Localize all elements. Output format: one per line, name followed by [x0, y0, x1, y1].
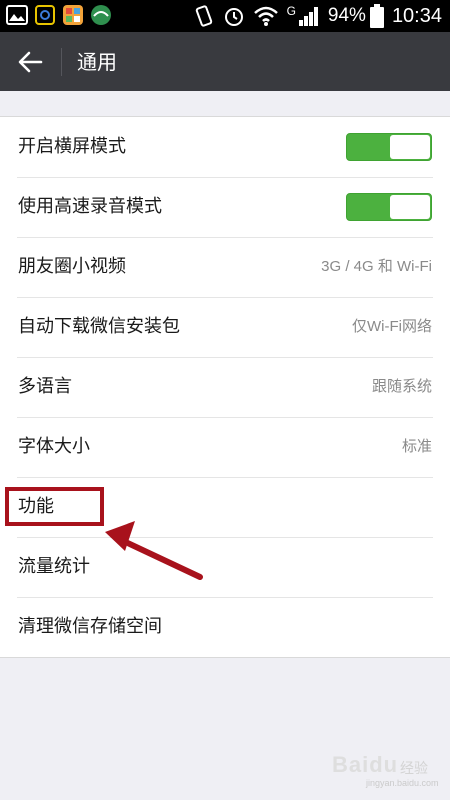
status-bar: G 94% 10:34	[0, 0, 450, 32]
setting-label: 自动下载微信安装包	[18, 316, 180, 337]
setting-value: 仅Wi-Fi网络	[352, 318, 432, 335]
toggle-knob	[390, 135, 430, 159]
alarm-icon	[224, 8, 243, 26]
page-title: 通用	[77, 50, 117, 74]
system-status: G 94% 10:34	[193, 0, 442, 32]
notification-icons	[6, 4, 112, 26]
title-bar: 通用	[0, 32, 450, 91]
annotation-arrow-icon	[105, 521, 203, 580]
setting-auto-download-package[interactable]: 自动下载微信安装包 仅Wi-Fi网络	[0, 297, 450, 357]
app-icon	[63, 5, 83, 25]
watermark-url: jingyan.baidu.com	[366, 778, 439, 788]
clock: 10:34	[391, 4, 442, 27]
setting-font-size[interactable]: 字体大小 标准	[0, 417, 450, 477]
battery-percent: 94%	[327, 5, 366, 26]
wifi-icon	[253, 6, 278, 26]
setting-label: 朋友圈小视频	[18, 256, 126, 277]
setting-label: 多语言	[18, 376, 72, 397]
setting-data-usage[interactable]: 流量统计	[0, 537, 450, 597]
network-type: G	[286, 4, 296, 18]
setting-label: 字体大小	[18, 436, 90, 457]
high-speed-recording-toggle[interactable]	[346, 193, 432, 221]
vibrate-icon	[195, 5, 212, 27]
setting-label: 开启横屏模式	[18, 136, 126, 157]
setting-label: 使用高速录音模式	[18, 196, 162, 217]
ringtone-icon	[35, 5, 55, 25]
signal-icon	[298, 7, 318, 26]
annotation-highlight-box	[5, 487, 104, 526]
landscape-mode-toggle[interactable]	[346, 133, 432, 161]
setting-value: 3G / 4G 和 Wi-Fi	[321, 258, 432, 275]
setting-clear-storage[interactable]: 清理微信存储空间	[0, 597, 450, 657]
green-circle-icon	[91, 5, 111, 25]
setting-label: 流量统计	[18, 556, 90, 577]
setting-label: 清理微信存储空间	[18, 616, 162, 637]
toggle-knob	[390, 195, 430, 219]
settings-list: 开启横屏模式 使用高速录音模式 朋友圈小视频 3G / 4G 和 Wi-Fi 自…	[0, 116, 450, 658]
setting-moments-video[interactable]: 朋友圈小视频 3G / 4G 和 Wi-Fi	[0, 237, 450, 297]
setting-value: 标准	[401, 438, 432, 455]
watermark-sub: 经验	[400, 760, 428, 776]
setting-landscape-mode[interactable]: 开启横屏模式	[0, 117, 450, 177]
setting-value: 跟随系统	[371, 378, 432, 395]
watermark-brand: Baidu	[332, 752, 399, 777]
arrow-left-icon[interactable]	[17, 49, 43, 75]
battery-icon	[369, 4, 384, 28]
setting-language[interactable]: 多语言 跟随系统	[0, 357, 450, 417]
gallery-icon	[6, 5, 28, 25]
watermark: Baidu 经验 jingyan.baidu.com	[332, 746, 442, 790]
title-divider	[61, 48, 62, 76]
setting-high-speed-recording[interactable]: 使用高速录音模式	[0, 177, 450, 237]
